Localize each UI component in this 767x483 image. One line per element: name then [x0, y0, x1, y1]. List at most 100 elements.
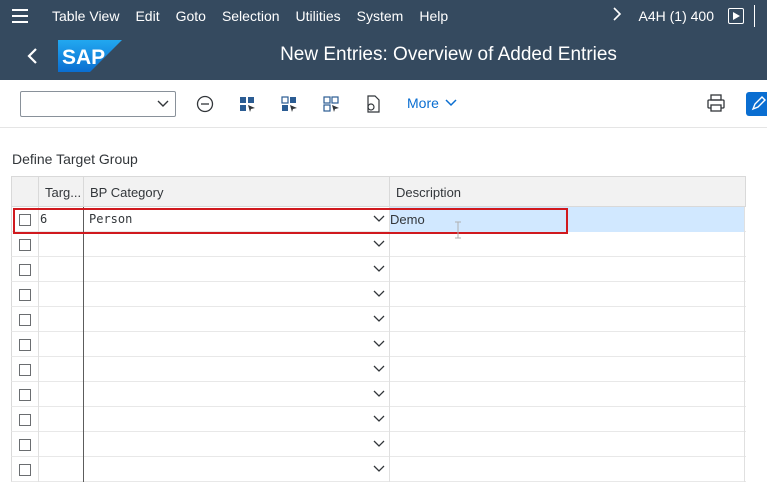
text-cursor-icon: [455, 221, 461, 239]
select-block-icon[interactable]: [278, 93, 300, 115]
row-checkbox[interactable]: [19, 313, 31, 326]
bp-category-dropdown[interactable]: [84, 282, 390, 307]
target-group-input[interactable]: [39, 332, 84, 357]
toolbar: More: [0, 80, 767, 128]
column-header-target[interactable]: Targ...: [39, 177, 84, 206]
table-row[interactable]: [11, 232, 746, 257]
bp-category-value: Person: [89, 212, 133, 226]
select-all-column-header[interactable]: [12, 177, 39, 206]
table-row[interactable]: [11, 432, 746, 457]
row-checkbox[interactable]: [19, 463, 31, 476]
select-all-icon[interactable]: [236, 93, 258, 115]
target-group-input[interactable]: [39, 457, 84, 482]
more-button[interactable]: More: [407, 95, 457, 111]
description-input[interactable]: [390, 282, 745, 307]
row-checkbox[interactable]: [19, 213, 31, 226]
target-group-input[interactable]: [39, 432, 84, 457]
row-checkbox[interactable]: [19, 288, 31, 301]
column-header-description[interactable]: Description: [390, 177, 745, 206]
target-group-input[interactable]: [39, 357, 84, 382]
row-checkbox[interactable]: [19, 238, 31, 251]
description-input[interactable]: [390, 332, 745, 357]
row-checkbox[interactable]: [19, 438, 31, 451]
bp-category-dropdown[interactable]: [84, 232, 390, 257]
chevron-right-icon[interactable]: [607, 6, 627, 26]
bp-category-dropdown[interactable]: [84, 382, 390, 407]
menu-edit[interactable]: Edit: [135, 8, 159, 24]
chevron-down-icon[interactable]: [373, 290, 385, 298]
description-input[interactable]: [390, 257, 745, 282]
column-header-bp-category[interactable]: BP Category: [84, 177, 390, 206]
row-select-cell: [12, 457, 39, 482]
play-icon[interactable]: [728, 8, 744, 24]
chevron-down-icon[interactable]: [373, 390, 385, 398]
target-group-input[interactable]: [39, 257, 84, 282]
menu-system[interactable]: System: [357, 8, 404, 24]
minus-circle-icon[interactable]: [194, 93, 216, 115]
chevron-down-icon[interactable]: [373, 240, 385, 248]
chevron-down-icon[interactable]: [373, 415, 385, 423]
target-group-input[interactable]: [39, 382, 84, 407]
bp-category-dropdown[interactable]: [84, 257, 390, 282]
chevron-down-icon[interactable]: [373, 340, 385, 348]
description-input[interactable]: [390, 357, 745, 382]
target-group-input[interactable]: [39, 232, 84, 257]
content-area: Define Target Group Targ... BP Category …: [0, 129, 767, 483]
menu-items: Table View Edit Goto Selection Utilities…: [40, 8, 452, 24]
print-icon[interactable]: [706, 93, 728, 115]
menu-table-view[interactable]: Table View: [52, 8, 119, 24]
table-row[interactable]: [11, 282, 746, 307]
description-input[interactable]: [390, 307, 745, 332]
hamburger-menu-icon[interactable]: [0, 0, 40, 32]
table-row[interactable]: [11, 407, 746, 432]
bp-category-dropdown[interactable]: [84, 432, 390, 457]
chevron-down-icon[interactable]: [373, 265, 385, 273]
description-input[interactable]: [390, 407, 745, 432]
bp-category-dropdown[interactable]: [84, 457, 390, 482]
bp-category-dropdown[interactable]: Person: [84, 207, 390, 232]
description-input[interactable]: [390, 382, 745, 407]
row-select-cell: [12, 407, 39, 432]
target-group-input[interactable]: [39, 407, 84, 432]
chevron-down-icon[interactable]: [373, 215, 385, 223]
menu-help[interactable]: Help: [419, 8, 448, 24]
chevron-down-icon: [445, 99, 457, 107]
description-input[interactable]: Demo: [390, 207, 745, 232]
bp-category-dropdown[interactable]: [84, 332, 390, 357]
chevron-down-icon[interactable]: [373, 315, 385, 323]
chevron-down-icon[interactable]: [373, 465, 385, 473]
table-row[interactable]: [11, 257, 746, 282]
document-settings-icon[interactable]: [362, 93, 384, 115]
description-input[interactable]: [390, 232, 745, 257]
table-row[interactable]: [11, 357, 746, 382]
row-checkbox[interactable]: [19, 388, 31, 401]
table-row[interactable]: [11, 382, 746, 407]
bp-category-dropdown[interactable]: [84, 357, 390, 382]
table-row[interactable]: 6 Person Demo: [11, 207, 746, 232]
page-title: New Entries: Overview of Added Entries: [280, 44, 617, 65]
row-checkbox[interactable]: [19, 338, 31, 351]
target-group-input[interactable]: [39, 307, 84, 332]
deselect-all-icon[interactable]: [320, 93, 342, 115]
menu-selection[interactable]: Selection: [222, 8, 280, 24]
table-row[interactable]: [11, 457, 746, 482]
menu-bar: Table View Edit Goto Selection Utilities…: [0, 0, 767, 32]
description-input[interactable]: [390, 432, 745, 457]
bp-category-dropdown[interactable]: [84, 407, 390, 432]
table-row[interactable]: [11, 332, 746, 357]
row-checkbox[interactable]: [19, 413, 31, 426]
row-select-cell: [12, 432, 39, 457]
row-checkbox[interactable]: [19, 363, 31, 376]
chevron-down-icon[interactable]: [373, 440, 385, 448]
menu-goto[interactable]: Goto: [176, 8, 206, 24]
description-input[interactable]: [390, 457, 745, 482]
target-group-input[interactable]: 6: [39, 207, 84, 232]
command-field-select[interactable]: [20, 91, 176, 117]
target-group-input[interactable]: [39, 282, 84, 307]
edit-pencil-icon[interactable]: [746, 92, 767, 116]
row-checkbox[interactable]: [19, 263, 31, 276]
table-row[interactable]: [11, 307, 746, 332]
menu-utilities[interactable]: Utilities: [296, 8, 341, 24]
bp-category-dropdown[interactable]: [84, 307, 390, 332]
chevron-down-icon[interactable]: [373, 365, 385, 373]
